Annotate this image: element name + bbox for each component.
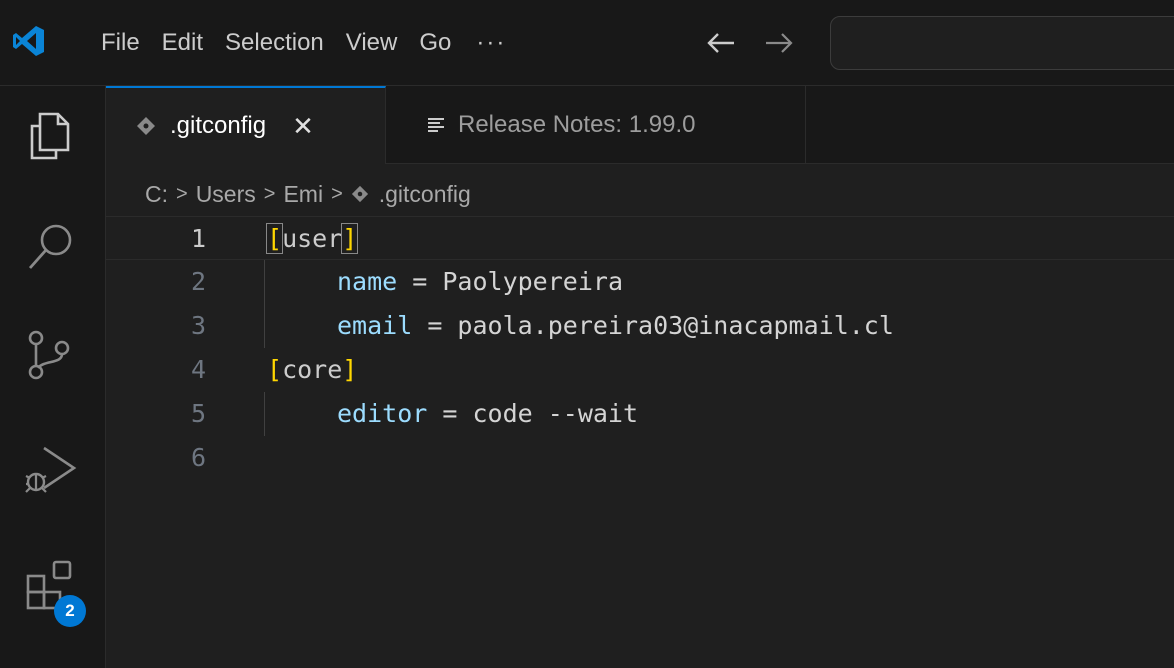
forward-arrow-icon[interactable] [762,30,796,56]
back-arrow-icon[interactable] [704,30,738,56]
menu-file[interactable]: File [90,28,151,58]
code-content: email = paola.pereira03@inacapmail.cl [337,304,894,348]
line-number: 5 [190,399,206,428]
breadcrumb-emi[interactable]: Emi [283,181,323,208]
code-line-3[interactable]: 3 email = paola.pereira03@inacapmail.cl [106,304,1174,348]
tab-release-notes[interactable]: Release Notes: 1.99.0 [386,86,806,164]
bracket-close: ] [342,355,358,384]
equals-sign: = [397,267,443,296]
chevron-right-icon: > [263,182,276,205]
code-content: editor = code --wait [337,392,638,436]
chevron-right-icon: > [331,182,343,205]
config-key: name [337,267,398,296]
extensions-badge: 2 [54,595,86,627]
chevron-right-icon: > [176,182,188,205]
menu-view[interactable]: View [335,28,409,58]
vscode-logo-icon[interactable] [12,24,46,58]
source-control-icon[interactable] [22,326,80,384]
close-tab-button[interactable]: ✕ [292,111,314,142]
code-line-6[interactable]: 6 [106,436,1174,480]
code-content: [user] [265,217,359,261]
code-line-5[interactable]: 5 editor = code --wait [106,392,1174,436]
config-key: editor [337,399,428,428]
line-number: 6 [190,443,206,472]
bracket-open: [ [267,355,283,384]
gitconfig-file-icon [137,117,155,135]
code-line-2[interactable]: 2 name = Paolypereira [106,260,1174,304]
code-line-4[interactable]: 4 [core] [106,348,1174,392]
tab-label: .gitconfig [170,112,267,139]
menu-edit[interactable]: Edit [151,28,214,58]
breadcrumb-users[interactable]: Users [196,181,256,208]
code-content: [core] [267,348,357,392]
bracket-close: ] [341,223,359,254]
code-editor[interactable]: 1 [user] 2 name = Paolypereira 3 email =… [106,216,1174,668]
search-icon[interactable] [22,218,80,276]
activity-bar: 2 [0,86,106,668]
code-content: name = Paolypereira [337,260,623,304]
menu-selection[interactable]: Selection [214,28,335,58]
code-line-1[interactable]: 1 [user] [106,216,1174,260]
config-value: Paolypereira [442,267,623,296]
equals-sign: = [412,311,458,340]
section-name: core [282,355,343,384]
config-value: code --wait [472,399,639,428]
bracket-open: [ [265,223,284,254]
config-key: email [337,311,413,340]
breadcrumb-drive[interactable]: C: [145,181,168,208]
config-value: paola.pereira03@inacapmail.cl [457,311,894,340]
menu-bar: File Edit Selection View Go ··· [90,28,520,58]
section-name: user [282,224,343,253]
release-notes-icon [428,118,444,132]
run-debug-icon[interactable] [22,440,80,498]
line-number: 1 [190,224,206,253]
breadcrumb: C: > Users > Emi > .gitconfig [145,178,471,210]
tab-gitconfig[interactable]: .gitconfig ✕ [106,86,386,164]
menu-more-button[interactable]: ··· [462,28,520,58]
line-number: 3 [190,311,206,340]
line-number: 2 [190,267,206,296]
editor-tabs: .gitconfig ✕ Release Notes: 1.99.0 [106,86,1174,164]
line-number: 4 [190,355,206,384]
title-bar: File Edit Selection View Go ··· [0,0,1174,86]
tab-label: Release Notes: 1.99.0 [458,111,696,138]
breadcrumb-file[interactable]: .gitconfig [379,181,471,208]
menu-go[interactable]: Go [408,28,462,58]
command-center-search[interactable] [830,16,1174,70]
gitconfig-file-icon [351,185,368,203]
equals-sign: = [427,399,473,428]
explorer-icon[interactable] [22,106,80,164]
